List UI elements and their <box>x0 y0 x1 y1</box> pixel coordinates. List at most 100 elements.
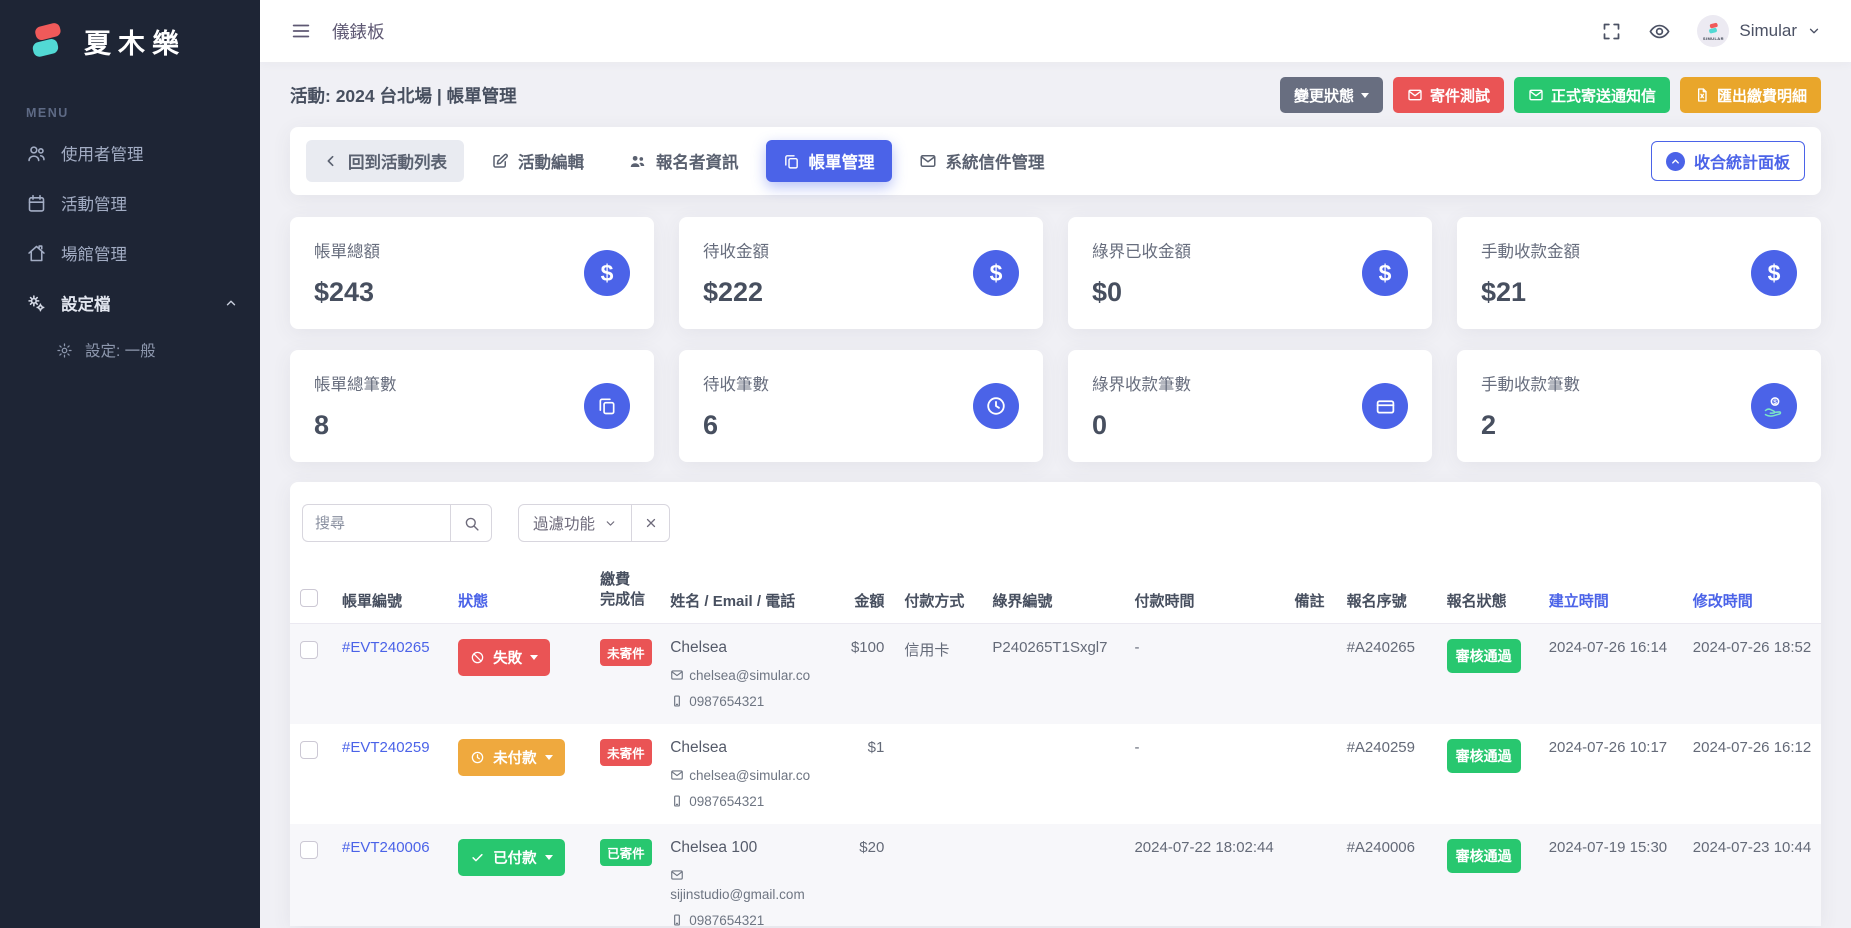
select-all-checkbox[interactable] <box>300 589 318 607</box>
stat-label: 帳單總額 <box>314 238 630 262</box>
email-text: chelsea@simular.co <box>689 768 810 783</box>
envelope-icon <box>919 152 937 170</box>
envelope-icon <box>670 868 684 882</box>
stat-label: 綠界已收金額 <box>1092 238 1408 262</box>
credit-card-icon <box>1362 383 1408 429</box>
col-method[interactable]: 付款方式 <box>894 564 982 623</box>
col-pay-time[interactable]: 付款時間 <box>1124 564 1284 623</box>
change-status-button[interactable]: 變更狀態 <box>1280 77 1383 113</box>
chevron-down-icon <box>604 517 617 530</box>
person-phone: 0987654321 <box>670 913 820 927</box>
row-checkbox[interactable] <box>300 641 318 659</box>
note-cell <box>1285 623 1337 724</box>
note-cell <box>1285 824 1337 927</box>
col-reg-status[interactable]: 報名狀態 <box>1437 564 1539 623</box>
col-modified[interactable]: 修改時間 <box>1683 564 1821 623</box>
sidebar-item-venues[interactable]: 場館管理 <box>0 228 260 278</box>
send-notice-button[interactable]: 正式寄送通知信 <box>1514 77 1670 113</box>
user-name: Simular <box>1739 21 1797 41</box>
gear-icon <box>56 342 73 359</box>
sidebar-subitem-settings-general[interactable]: 設定: 一般 <box>0 328 260 372</box>
person-email: chelsea@simular.co <box>670 768 820 783</box>
user-menu[interactable]: SIMULAR Simular <box>1697 15 1821 47</box>
modified-cell: 2024-07-26 18:52 <box>1683 623 1821 724</box>
mobile-phone-icon <box>670 913 684 926</box>
stat-label: 手動收款筆數 <box>1481 371 1797 395</box>
sidebar-item-events[interactable]: 活動管理 <box>0 178 260 228</box>
fullscreen-icon[interactable] <box>1601 21 1622 42</box>
reg-status-badge: 審核通過 <box>1447 639 1521 673</box>
sidebar-item-users[interactable]: 使用者管理 <box>0 128 260 178</box>
col-reg-id[interactable]: 報名序號 <box>1337 564 1437 623</box>
bill-id-link[interactable]: #EVT240006 <box>342 839 430 856</box>
caret-down-icon <box>1361 93 1369 98</box>
col-amount[interactable]: 金額 <box>830 564 894 623</box>
tab-registrants[interactable]: 報名者資訊 <box>611 140 756 182</box>
col-status[interactable]: 狀態 <box>448 564 590 623</box>
col-ecpay-id[interactable]: 綠界編號 <box>982 564 1124 623</box>
search-row: 過濾功能 <box>290 504 1821 542</box>
collapse-stats-button[interactable]: 收合統計面板 <box>1651 141 1805 181</box>
pay-time-cell: - <box>1124 724 1284 824</box>
col-name[interactable]: 姓名 / Email / 電話 <box>660 564 830 623</box>
caret-down-icon <box>530 655 538 660</box>
row-checkbox[interactable] <box>300 841 318 859</box>
sidebar-item-profiles[interactable]: 設定檔 <box>0 278 260 328</box>
tab-event-edit[interactable]: 活動編輯 <box>474 140 601 182</box>
stat-card-total-amount: 帳單總額 $243 $ <box>290 217 654 329</box>
method-cell <box>894 824 982 927</box>
filter-dropdown-button[interactable]: 過濾功能 <box>518 504 632 542</box>
created-cell: 2024-07-26 10:17 <box>1539 724 1683 824</box>
sidebar-item-label: 場館管理 <box>61 241 127 265</box>
venue-icon <box>26 243 47 264</box>
close-icon <box>644 516 658 530</box>
send-notice-label: 正式寄送通知信 <box>1551 85 1656 106</box>
tab-bill-management[interactable]: 帳單管理 <box>766 140 892 182</box>
status-dropdown-button[interactable]: 未付款 <box>458 739 565 776</box>
search-button[interactable] <box>450 504 492 542</box>
eye-icon[interactable] <box>1648 20 1671 43</box>
col-mail-status[interactable]: 繳費完成信 <box>590 564 660 623</box>
sidebar-item-label: 活動管理 <box>61 191 127 215</box>
tab-system-mails[interactable]: 系統信件管理 <box>902 140 1062 182</box>
bills-table: 帳單編號 狀態 繳費完成信 姓名 / Email / 電話 金額 付款方式 綠界… <box>290 564 1821 926</box>
stat-card-total-count: 帳單總筆數 8 <box>290 350 654 462</box>
page-header: 活動: 2024 台北場 | 帳單管理 變更狀態 寄件測試 正式寄送通知信 <box>260 62 1851 127</box>
breadcrumb: 活動: 2024 台北場 | 帳單管理 <box>290 83 517 108</box>
table-row: #EVT240259 未付款 未寄件 Chelsea <box>290 724 1821 824</box>
person-name: Chelsea 100 <box>670 839 820 857</box>
phone-text: 0987654321 <box>689 794 764 809</box>
stat-card-ecpay-received: 綠界已收金額 $0 $ <box>1068 217 1432 329</box>
copy-icon <box>783 153 800 170</box>
reg-status-badge: 審核通過 <box>1447 739 1521 773</box>
menu-section-label: MENU <box>26 106 260 120</box>
envelope-icon <box>670 768 684 782</box>
sidebar-item-label: 使用者管理 <box>61 141 144 165</box>
brand[interactable]: 夏木樂 <box>0 0 260 76</box>
bill-id-link[interactable]: #EVT240259 <box>342 739 430 756</box>
col-note[interactable]: 備註 <box>1285 564 1337 623</box>
export-payments-button[interactable]: 匯出繳費明細 <box>1680 77 1821 113</box>
hamburger-menu-icon[interactable] <box>290 20 312 42</box>
reg-status-badge: 審核通過 <box>1447 839 1521 873</box>
filter-label: 過濾功能 <box>533 512 595 534</box>
col-created[interactable]: 建立時間 <box>1539 564 1683 623</box>
search-input[interactable] <box>302 504 450 542</box>
amount-cell: $100 <box>830 623 894 724</box>
stat-value: 6 <box>703 410 1019 441</box>
calendar-icon <box>26 193 47 214</box>
copy-icon <box>584 383 630 429</box>
test-mail-button[interactable]: 寄件測試 <box>1393 77 1504 113</box>
dollar-icon: $ <box>973 250 1019 296</box>
pay-time-cell: 2024-07-22 18:02:44 <box>1124 824 1284 927</box>
status-dropdown-button[interactable]: 已付款 <box>458 839 565 876</box>
hand-money-icon: $ <box>1751 383 1797 429</box>
filter-clear-button[interactable] <box>632 504 670 542</box>
status-dropdown-button[interactable]: 失敗 <box>458 639 550 676</box>
row-checkbox[interactable] <box>300 741 318 759</box>
bill-id-link[interactable]: #EVT240265 <box>342 639 430 656</box>
col-bill-id[interactable]: 帳單編號 <box>332 564 448 623</box>
sidebar: 夏木樂 MENU 使用者管理 活動管理 場館管理 <box>0 0 260 928</box>
avatar: SIMULAR <box>1697 15 1729 47</box>
tab-back-to-events[interactable]: 回到活動列表 <box>306 140 464 182</box>
